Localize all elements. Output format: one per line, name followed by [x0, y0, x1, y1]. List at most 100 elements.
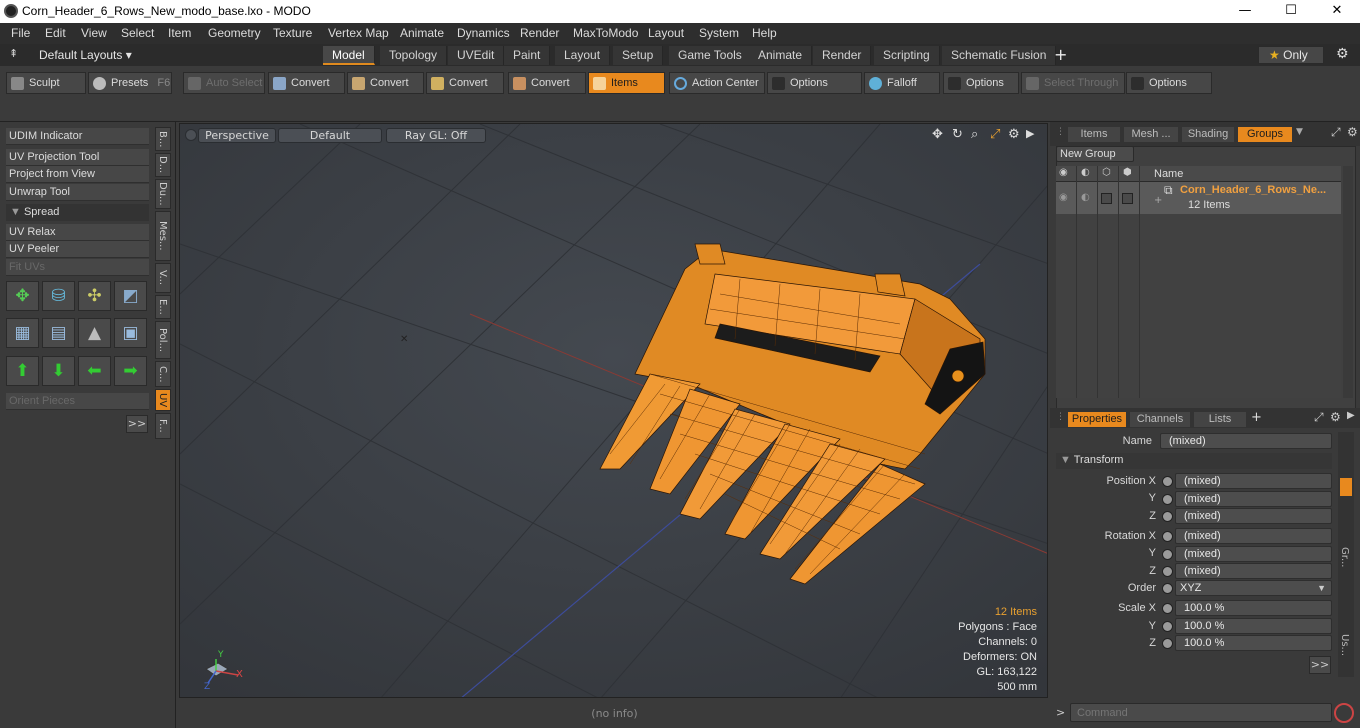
position-y-field[interactable]: (mixed): [1175, 491, 1332, 507]
menu-select[interactable]: Select: [121, 26, 154, 40]
menu-geometry[interactable]: Geometry: [208, 26, 261, 40]
rotate-icon[interactable]: ↻: [952, 127, 963, 142]
more-tools-button[interactable]: >>: [126, 415, 148, 433]
expand-plus-icon[interactable]: +: [1154, 195, 1162, 206]
row-select-checkbox[interactable]: [1122, 193, 1133, 204]
rotation-y-dot[interactable]: [1162, 549, 1173, 560]
vtab-basic[interactable]: B...: [155, 127, 171, 151]
gear-icon[interactable]: ⚙: [1336, 46, 1349, 62]
rotation-x-field[interactable]: (mixed): [1175, 528, 1332, 544]
tab-model[interactable]: Model: [323, 46, 375, 65]
uv-relax-button[interactable]: UV Relax: [6, 224, 149, 241]
maximize-button[interactable]: ☐: [1268, 0, 1314, 23]
convert-vertices-button[interactable]: Convert: [268, 72, 345, 94]
menu-help[interactable]: Help: [752, 26, 777, 40]
orient-pieces-button[interactable]: Orient Pieces: [6, 393, 149, 410]
more-properties-button[interactable]: >>: [1309, 656, 1331, 674]
3d-viewport[interactable]: ✕ Perspective Default Ray GL: Off ✥ ↻ ⌕ …: [179, 123, 1048, 698]
fit-uvs-button[interactable]: Fit UVs: [6, 259, 149, 276]
record-macro-icon[interactable]: [1334, 703, 1354, 723]
tab-game-tools[interactable]: Game Tools: [669, 46, 752, 65]
row-eye-icon[interactable]: ◉: [1059, 192, 1068, 203]
vtab-fusion[interactable]: F...: [155, 413, 171, 439]
vtab-deform[interactable]: D...: [155, 153, 171, 177]
action-center-button[interactable]: Action Center: [669, 72, 765, 94]
vtab-polygon[interactable]: Pol...: [155, 321, 171, 359]
expand-icon[interactable]: ⤢: [1331, 125, 1341, 140]
vtab-mesh-edit[interactable]: Mes...: [155, 211, 171, 261]
group-name[interactable]: Corn_Header_6_Rows_Ne...: [1180, 184, 1326, 196]
convert-polygons-button[interactable]: Convert: [426, 72, 504, 94]
lock-icon[interactable]: ⬡: [1102, 167, 1111, 178]
menu-animate[interactable]: Animate: [400, 26, 444, 40]
add-tab-icon[interactable]: +: [1054, 45, 1067, 64]
falloff-options-button[interactable]: Options: [943, 72, 1019, 94]
select-icon[interactable]: ⬢: [1123, 167, 1132, 178]
raygl-dropdown[interactable]: Ray GL: Off: [386, 128, 486, 143]
menu-dynamics[interactable]: Dynamics: [457, 26, 510, 40]
groups-scrollbar[interactable]: [1343, 166, 1353, 398]
convert-materials-button[interactable]: Convert: [508, 72, 586, 94]
panel-grip-icon[interactable]: ⋮: [1056, 127, 1065, 137]
menu-system[interactable]: System: [699, 26, 739, 40]
menu-item[interactable]: Item: [168, 26, 191, 40]
items-mode-button[interactable]: Items: [588, 72, 665, 94]
uv-projection-tool-button[interactable]: UV Projection Tool: [6, 149, 149, 166]
panel-gear-icon[interactable]: ⚙: [1330, 410, 1341, 424]
arrow-up-icon[interactable]: ⬆: [6, 356, 39, 386]
vtab-curve[interactable]: C...: [155, 361, 171, 387]
position-z-field[interactable]: (mixed): [1175, 508, 1332, 524]
row-lock-checkbox[interactable]: [1101, 193, 1112, 204]
menu-layout[interactable]: Layout: [648, 26, 684, 40]
uv-grid-icon[interactable]: ▤: [42, 318, 75, 348]
tab-shading[interactable]: Shading: [1182, 127, 1234, 142]
auto-select-button[interactable]: Auto Select: [183, 72, 265, 94]
position-y-dot[interactable]: [1162, 494, 1173, 505]
tab-schematic-fusion[interactable]: Schematic Fusion: [942, 46, 1057, 65]
only-toggle[interactable]: ★ Only: [1258, 46, 1324, 64]
viewport-menu-icon[interactable]: [185, 129, 197, 141]
shading-dropdown[interactable]: Default: [278, 128, 382, 143]
vtab-edge[interactable]: E...: [155, 295, 171, 319]
perspective-dropdown[interactable]: Perspective: [198, 128, 276, 143]
side-tab-groups[interactable]: Gr...: [1339, 547, 1350, 567]
arrow-down-icon[interactable]: ⬇: [42, 356, 75, 386]
uv-cube-map-icon[interactable]: ▦: [6, 318, 39, 348]
viewport-options-icon[interactable]: ⚙: [1008, 127, 1020, 142]
scale-x-dot[interactable]: [1162, 603, 1173, 614]
uv-transform-icon[interactable]: ✥: [6, 281, 39, 311]
close-button[interactable]: ✕: [1314, 0, 1360, 23]
new-group-button[interactable]: New Group: [1056, 146, 1134, 162]
select-through-button[interactable]: Select Through: [1021, 72, 1125, 94]
rotation-x-dot[interactable]: [1162, 531, 1173, 542]
tab-topology[interactable]: Topology: [380, 46, 448, 65]
vtab-vertex[interactable]: V...: [155, 263, 171, 293]
zoom-icon[interactable]: ⌕: [971, 127, 978, 142]
render-icon[interactable]: ◐: [1081, 167, 1090, 178]
side-tab-user[interactable]: Us...: [1339, 634, 1350, 656]
tab-render[interactable]: Render: [813, 46, 872, 65]
scale-y-field[interactable]: 100.0 %: [1175, 618, 1332, 634]
expand-icon[interactable]: ⤢: [1314, 410, 1324, 425]
panel-gear-icon[interactable]: ⚙: [1347, 125, 1358, 139]
menu-render[interactable]: Render: [520, 26, 559, 40]
arrow-left-icon[interactable]: ⬅: [78, 356, 111, 386]
pan-icon[interactable]: ✥: [932, 127, 943, 142]
tab-mesh[interactable]: Mesh ...: [1124, 127, 1178, 142]
menu-maxtomodo[interactable]: MaxToModo: [573, 26, 638, 40]
scale-y-dot[interactable]: [1162, 621, 1173, 632]
rotation-z-dot[interactable]: [1162, 566, 1173, 577]
uv-pack-icon[interactable]: ▣: [114, 318, 147, 348]
position-x-dot[interactable]: [1162, 476, 1173, 487]
position-z-dot[interactable]: [1162, 511, 1173, 522]
vtab-duplicate[interactable]: Du...: [155, 179, 171, 209]
project-from-view-button[interactable]: Project from View: [6, 166, 149, 183]
add-tab-icon[interactable]: +: [1251, 410, 1262, 425]
scale-z-dot[interactable]: [1162, 638, 1173, 649]
tab-items[interactable]: Items: [1068, 127, 1120, 142]
layout-grip-icon[interactable]: ⇞: [9, 47, 18, 60]
tab-channels[interactable]: Channels: [1130, 412, 1190, 427]
tab-lists[interactable]: Lists: [1194, 412, 1246, 427]
falloff-button[interactable]: Falloff: [864, 72, 940, 94]
tab-menu-chevron-icon[interactable]: ▼: [1296, 127, 1303, 137]
